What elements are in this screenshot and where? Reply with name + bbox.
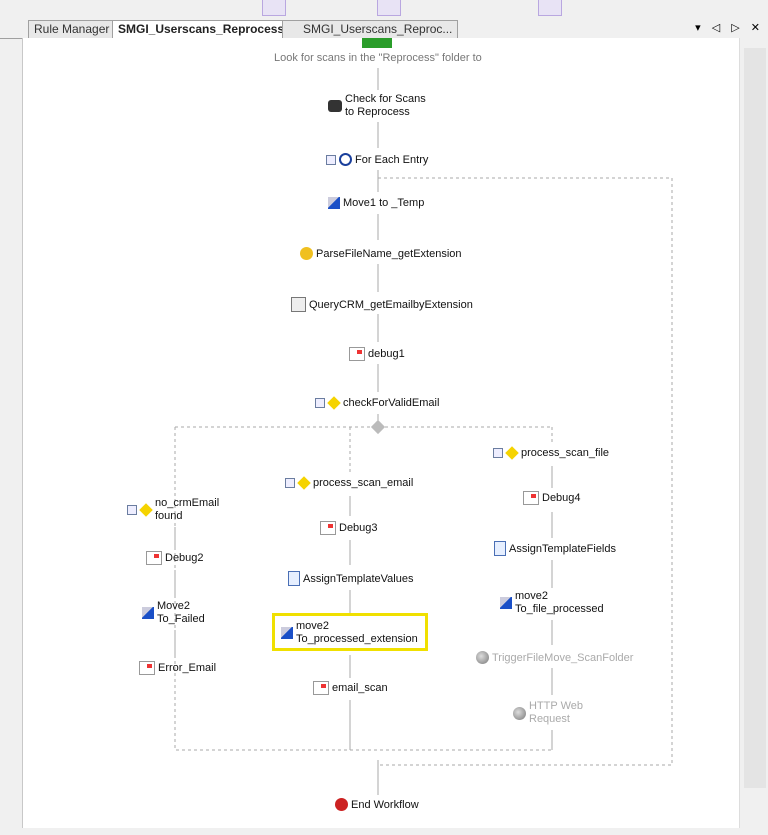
email-icon (313, 681, 329, 695)
move1-node[interactable]: Move1 to _Temp (328, 197, 424, 209)
collapse-icon[interactable] (315, 398, 325, 408)
collapse-icon[interactable] (493, 448, 503, 458)
http-web-request-node[interactable]: HTTP Web Request (513, 700, 583, 726)
branch-lines (174, 426, 553, 751)
document-icon (288, 571, 300, 586)
assign-template-values-node[interactable]: AssignTemplateValues (288, 571, 413, 586)
debug4-node[interactable]: Debug4 (523, 491, 581, 505)
move2-failed-node[interactable]: Move2 To_Failed (142, 600, 205, 626)
connectors (174, 38, 673, 795)
branch-diamond (370, 419, 386, 435)
move2-processed-extension-node[interactable]: move2 To_processed_extension (281, 620, 418, 646)
condition-icon (505, 446, 519, 460)
document-icon (494, 541, 506, 556)
email-scan-node[interactable]: email_scan (313, 681, 388, 695)
move2-file-processed-node[interactable]: move2 To_file_processed (500, 590, 604, 616)
start-node (362, 38, 392, 48)
debug-icon (349, 347, 365, 361)
end-icon (335, 798, 348, 811)
error-email-node[interactable]: Error_Email (139, 661, 216, 675)
for-each-node[interactable]: For Each Entry (326, 153, 428, 166)
query-icon (291, 297, 306, 312)
move-file-icon (328, 197, 340, 209)
debug-icon (523, 491, 539, 505)
globe-icon (476, 651, 489, 664)
check-valid-email-node[interactable]: checkForValidEmail (315, 396, 439, 410)
no-crm-email-node[interactable]: no_crmEmail found (127, 497, 219, 523)
condition-icon (297, 476, 311, 490)
debug-icon (320, 521, 336, 535)
debug2-node[interactable]: Debug2 (146, 551, 204, 565)
move-file-icon (281, 627, 293, 639)
condition-icon (327, 396, 341, 410)
loop-icon (339, 153, 352, 166)
trigger-file-move-node[interactable]: TriggerFileMove_ScanFolder (476, 651, 633, 664)
condition-icon (139, 503, 153, 517)
debug-icon (146, 551, 162, 565)
check-for-scans-node[interactable]: Check for Scans to Reprocess (328, 93, 426, 119)
process-scan-file-node[interactable]: process_scan_file (493, 446, 609, 460)
end-workflow-node[interactable]: End Workflow (335, 798, 419, 811)
query-node[interactable]: QueryCRM_getEmailbyExtension (291, 297, 473, 312)
assign-template-fields-node[interactable]: AssignTemplateFields (494, 541, 616, 556)
script-icon (300, 247, 313, 260)
collapse-icon[interactable] (326, 154, 336, 165)
collapse-icon[interactable] (127, 505, 137, 515)
debug3-node[interactable]: Debug3 (320, 521, 378, 535)
collapse-icon[interactable] (285, 478, 295, 488)
move-file-icon (500, 597, 512, 609)
process-scan-email-node[interactable]: process_scan_email (285, 476, 413, 490)
binoculars-icon (328, 100, 342, 112)
move-file-icon (142, 607, 154, 619)
loop-line (378, 177, 673, 766)
start-caption: Look for scans in the "Reprocess" folder… (274, 52, 482, 64)
parse-node[interactable]: ParseFileName_getExtension (300, 247, 462, 260)
debug1-node[interactable]: debug1 (349, 347, 405, 361)
email-icon (139, 661, 155, 675)
globe-icon (513, 706, 526, 720)
